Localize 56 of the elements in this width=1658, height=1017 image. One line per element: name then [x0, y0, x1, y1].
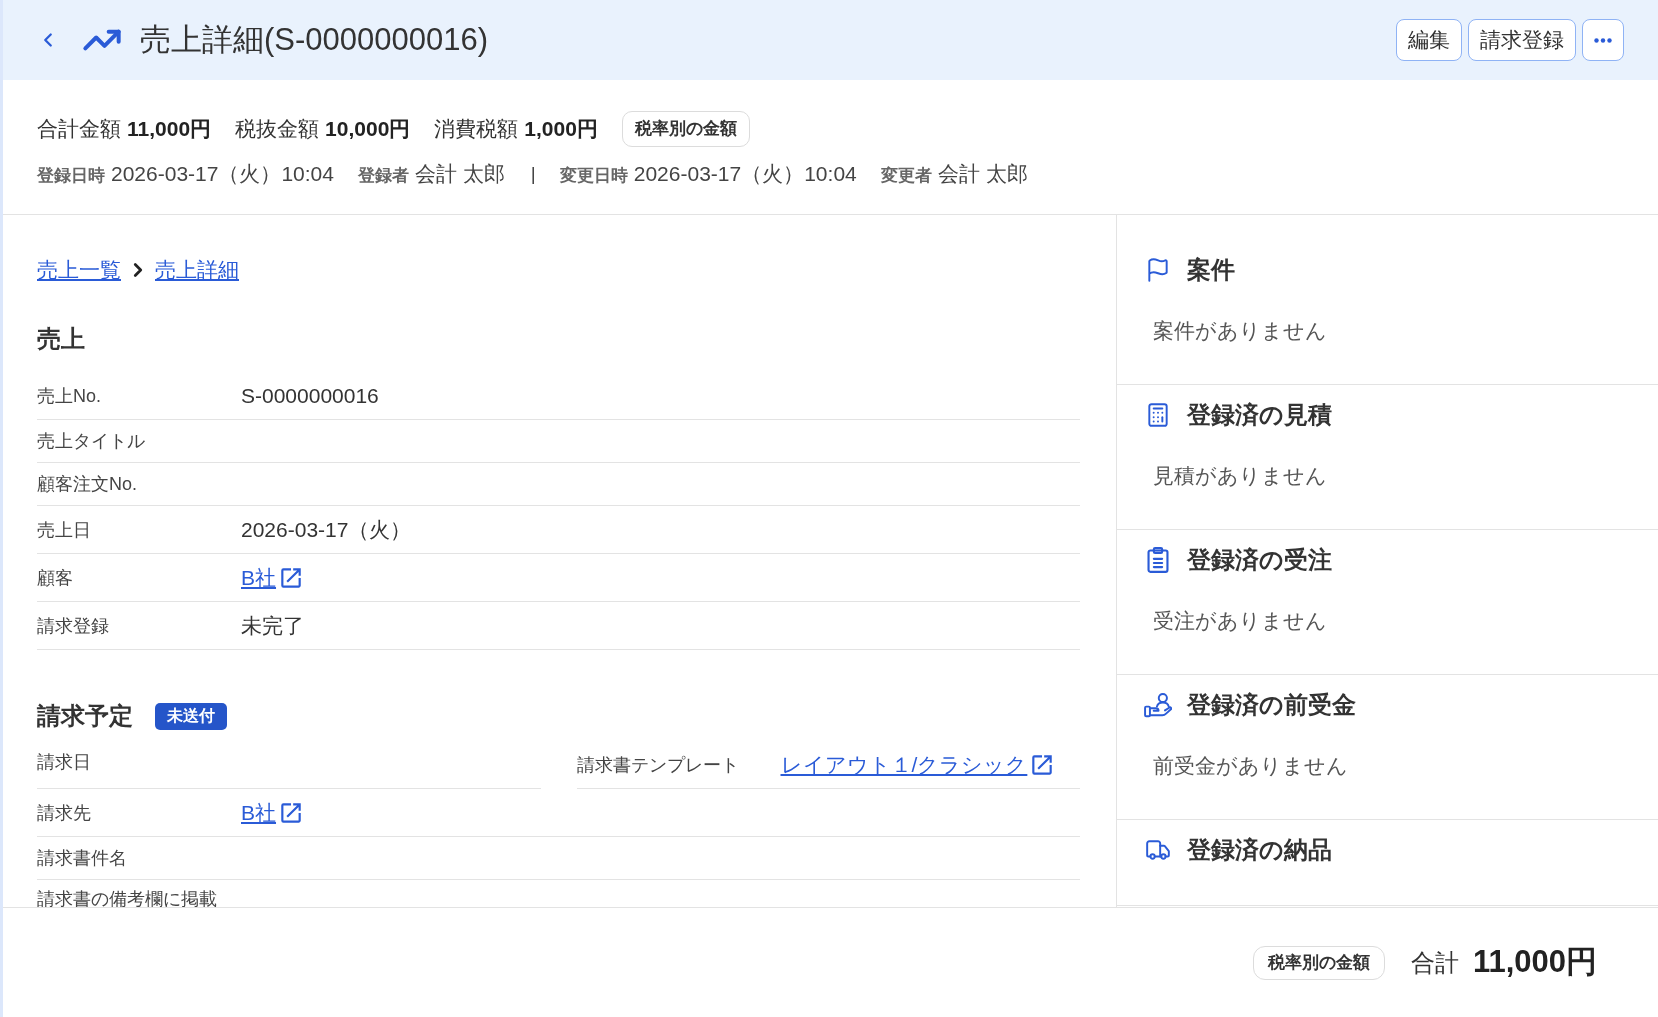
- link[interactable]: B社: [241, 799, 304, 826]
- panel-heading: 登録済の前受金: [1187, 690, 1356, 720]
- amount-label: 合計金額: [37, 116, 121, 143]
- total-label: 合計: [1410, 947, 1459, 978]
- page-title: 売上詳細(S-0000000016): [140, 21, 489, 59]
- tax-rate-button[interactable]: 税率別の金額: [621, 111, 750, 147]
- hand-person-icon: [1144, 692, 1172, 718]
- panel-heading: 登録済の受注: [1187, 545, 1332, 575]
- link[interactable]: レイアウト１/クラシック: [780, 751, 1056, 778]
- meta-value: 会計 太郎: [415, 161, 505, 188]
- section-heading: 売上: [37, 324, 85, 354]
- field-value: 未完了: [241, 613, 304, 639]
- meta-label: 登録者: [358, 165, 409, 188]
- empty-message: 受注がありません: [1153, 608, 1327, 634]
- meta-label: 変更日時: [559, 165, 628, 188]
- panel-heading: 案件: [1187, 255, 1235, 285]
- field-label: 売上No.: [37, 384, 101, 407]
- more-icon: [1594, 37, 1612, 43]
- amount-label: 消費税額: [434, 116, 519, 143]
- empty-message: 見積がありません: [1153, 463, 1327, 489]
- breadcrumb-link[interactable]: 売上詳細: [155, 254, 239, 286]
- field-label: 売上日: [37, 518, 91, 541]
- field-label: 請求書テンプレート: [576, 753, 739, 776]
- section-heading: 請求予定: [37, 701, 133, 731]
- clipboard-icon: [1144, 547, 1172, 573]
- field-label: 請求先: [37, 801, 91, 824]
- field-value: 2026-03-17（火）: [241, 517, 412, 543]
- field-label: 請求書の備考欄に掲載: [37, 888, 217, 907]
- amount-value: 1,000円: [524, 116, 598, 143]
- meta-value: 2026-03-17（火）10:04: [633, 161, 857, 188]
- field-label: 請求書件名: [37, 847, 127, 869]
- meta-label: 変更者: [880, 165, 932, 188]
- meta-separator: |: [530, 161, 536, 186]
- field-label: 顧客注文No.: [37, 473, 137, 495]
- action-button[interactable]: 編集: [1396, 19, 1462, 61]
- meta-label: 登録日時: [37, 165, 105, 188]
- meta-value: 2026-03-17（火）10:04: [111, 161, 334, 188]
- panel-heading: 登録済の納品: [1187, 835, 1332, 865]
- amount-value: 10,000円: [325, 116, 411, 143]
- breadcrumb-link[interactable]: 売上一覧: [37, 254, 121, 286]
- field-value: S-0000000016: [241, 383, 379, 409]
- more-button[interactable]: [1582, 19, 1624, 61]
- field-label: 請求登録: [37, 614, 109, 637]
- truck-icon: [1144, 837, 1172, 863]
- panel-heading: 登録済の見積: [1187, 400, 1332, 430]
- meta-value: 会計 太郎: [937, 161, 1028, 188]
- total-value: 11,000円: [1472, 943, 1597, 982]
- field-label: 顧客: [37, 566, 73, 589]
- empty-message: 案件がありません: [1153, 318, 1327, 344]
- tax-rate-button[interactable]: 税率別の金額: [1252, 945, 1385, 980]
- link[interactable]: B社: [241, 564, 304, 591]
- status-badge: 未送付: [155, 702, 227, 730]
- amount-value: 11,000円: [127, 116, 212, 143]
- amount-label: 税抜金額: [235, 116, 320, 143]
- action-button[interactable]: 請求登録: [1468, 19, 1576, 61]
- empty-message: 前受金がありません: [1153, 753, 1348, 779]
